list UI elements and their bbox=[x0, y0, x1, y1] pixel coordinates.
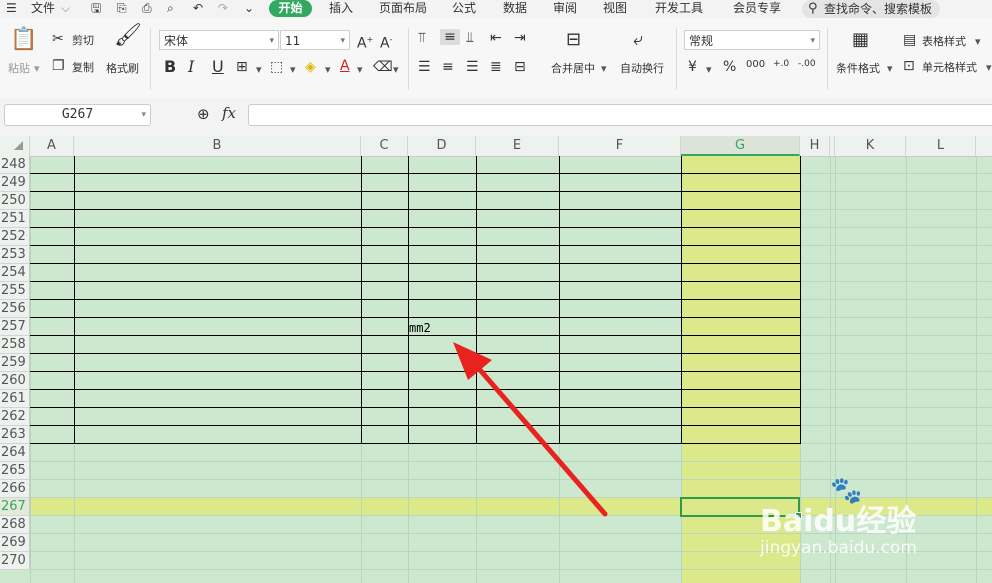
paw-icon: 🐾 bbox=[830, 476, 863, 506]
watermark-url: jingyan.baidu.com bbox=[760, 538, 917, 558]
baidu-jingyan-watermark: Baidu经验 🐾 jingyan.baidu.com bbox=[760, 476, 990, 576]
